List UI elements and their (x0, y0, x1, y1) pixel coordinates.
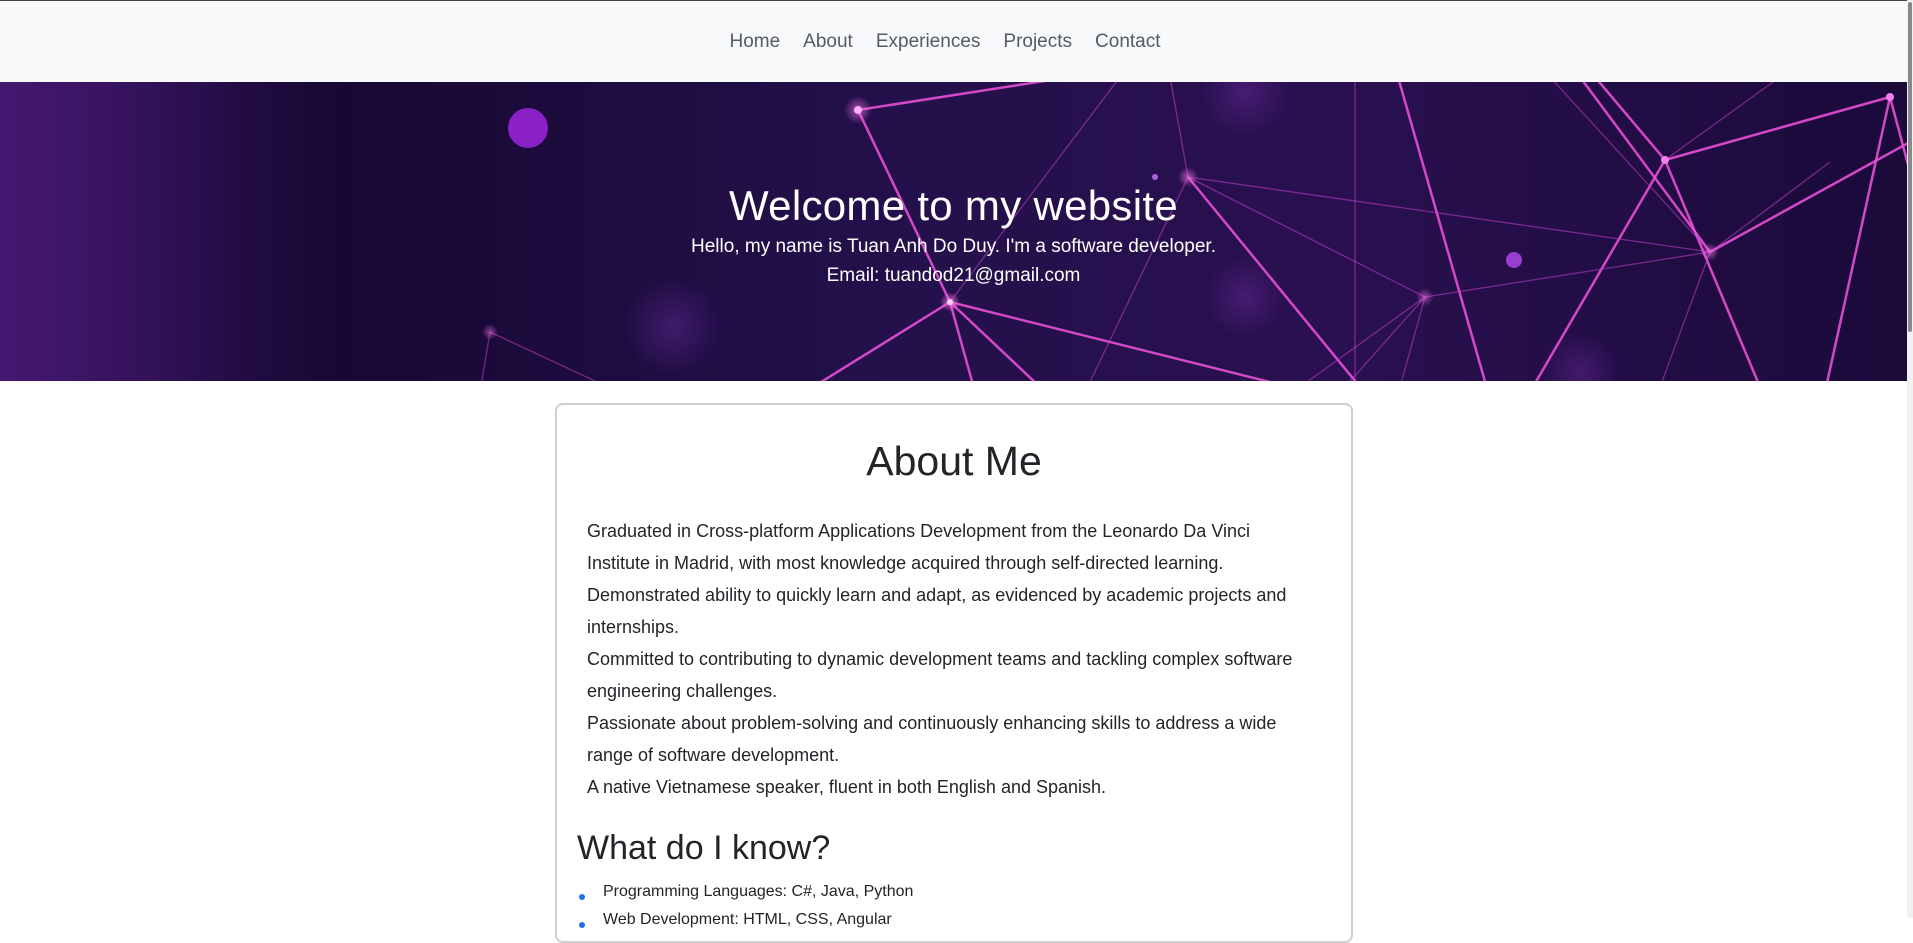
about-paragraph: Committed to contributing to dynamic dev… (587, 649, 1293, 701)
skill-text: Web Development: HTML, CSS, Angular (603, 911, 892, 928)
hero-email-text: Email: tuandod21@gmail.com (826, 265, 1081, 286)
list-item: Web Development: HTML, CSS, Angular (577, 906, 1351, 934)
list-item: Programming Languages: C#, Java, Python (577, 878, 1351, 906)
about-description: Graduated in Cross-platform Applications… (587, 515, 1317, 803)
skill-text: Programming Languages: C#, Java, Python (603, 883, 914, 900)
about-paragraph: Passionate about problem-solving and con… (587, 713, 1277, 765)
skills-list: Programming Languages: C#, Java, Python … (577, 878, 1351, 934)
about-paragraph: A native Vietnamese speaker, fluent in b… (587, 777, 1107, 797)
nav-contact-link[interactable]: Contact (1095, 23, 1183, 61)
bullet-icon (579, 894, 585, 900)
nav-about-link[interactable]: About (803, 23, 876, 61)
hero-banner: Welcome to my website Hello, my name is … (0, 82, 1907, 381)
about-paragraph: Graduated in Cross-platform Applications… (587, 521, 1251, 573)
nav-experiences-link[interactable]: Experiences (876, 23, 1004, 61)
page-scrollbar[interactable] (1907, 0, 1913, 918)
nav-list: Home About Experiences Projects Contact (729, 23, 1183, 61)
top-navbar: Home About Experiences Projects Contact (0, 0, 1913, 82)
about-card: About Me Graduated in Cross-platform App… (555, 403, 1353, 943)
about-paragraph: Demonstrated ability to quickly learn an… (587, 585, 1287, 637)
nav-home-link[interactable]: Home (729, 23, 803, 61)
hero-intro-text: Hello, my name is Tuan Anh Do Duy. I'm a… (691, 236, 1216, 257)
hero-content: Welcome to my website Hello, my name is … (0, 182, 1907, 290)
nav-projects-link[interactable]: Projects (1003, 23, 1095, 61)
scrollbar-thumb[interactable] (1908, 2, 1912, 332)
hero-title: Welcome to my website (728, 182, 1178, 229)
about-title: About Me (866, 438, 1042, 484)
skills-heading: What do I know? (577, 829, 831, 867)
bullet-icon (579, 922, 585, 928)
